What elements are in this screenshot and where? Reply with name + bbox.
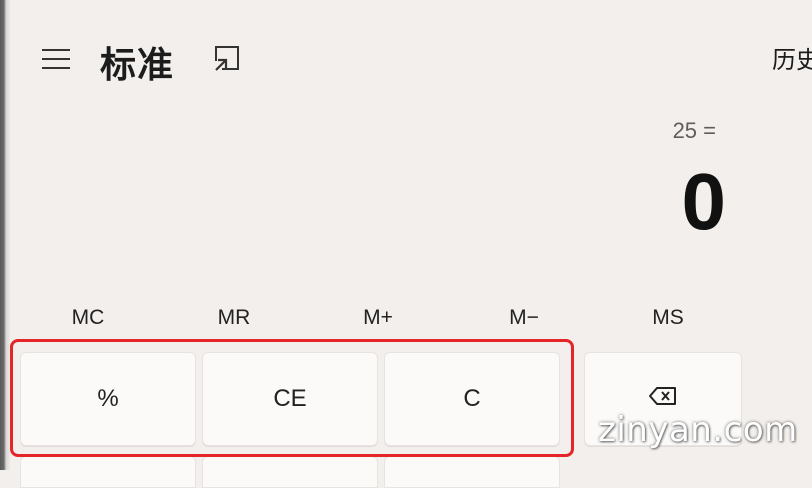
clear-label: C [463, 385, 481, 412]
percent-button[interactable]: % [20, 352, 196, 446]
clear-entry-label: CE [273, 385, 307, 412]
clear-entry-button[interactable]: CE [202, 352, 378, 446]
percent-label: % [97, 385, 119, 412]
expression-display: 25 = [672, 118, 716, 143]
clear-button[interactable]: C [384, 352, 560, 446]
memory-subtract-button[interactable]: M− [474, 300, 574, 336]
hamburger-menu-icon[interactable] [42, 48, 70, 70]
memory-clear-button[interactable]: MC [38, 300, 138, 336]
result-display: 0 [681, 157, 727, 246]
memory-recall-button[interactable]: MR [184, 300, 284, 336]
title-bar: 标准 历史 [0, 0, 812, 110]
history-tab[interactable]: 历史 [772, 40, 812, 75]
backspace-icon [648, 385, 678, 413]
watermark: zinyan.com [598, 410, 798, 450]
mode-title: 标准 [100, 45, 175, 86]
key-row-partial [20, 456, 196, 488]
keep-on-top-icon[interactable] [212, 44, 242, 74]
key-row-partial [202, 456, 378, 488]
memory-row: MC MR M+ M− MS [0, 300, 812, 336]
memory-store-button[interactable]: MS [618, 300, 718, 336]
memory-add-button[interactable]: M+ [328, 300, 428, 336]
key-row-partial [384, 456, 560, 488]
